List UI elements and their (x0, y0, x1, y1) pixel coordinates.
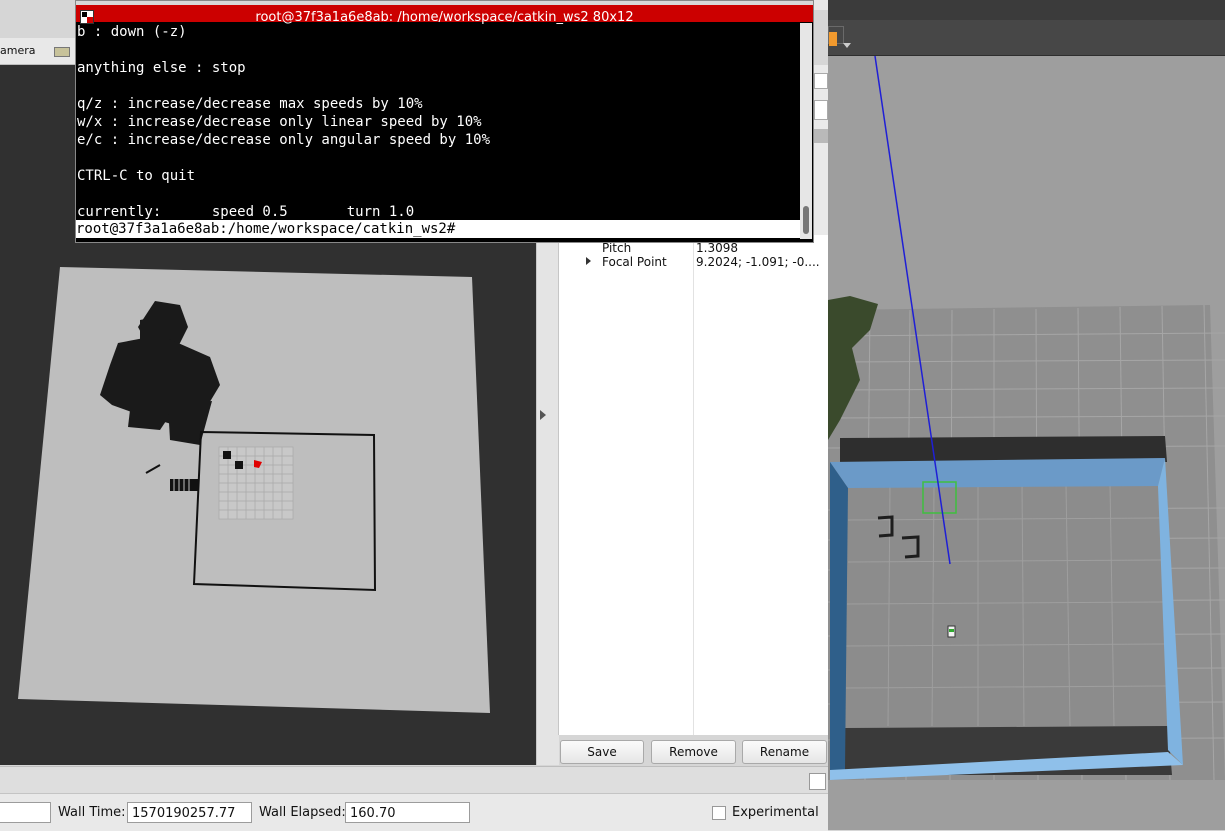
terminal-line: currently: speed 0.5 turn 1.0 (77, 204, 415, 220)
collapse-arrow-icon[interactable] (540, 410, 546, 420)
terminal-prompt[interactable]: root@37f3a1a6e8ab:/home/workspace/catkin… (76, 220, 801, 238)
scrollbar-thumb[interactable] (803, 206, 809, 234)
camera-tool-label[interactable]: amera (0, 44, 36, 57)
time-panel: Wall Time: 1570190257.77 Wall Elapsed: 1… (0, 793, 828, 831)
gazebo-toolbar (828, 20, 1225, 56)
terminal-titlebar[interactable]: root@37f3a1a6e8ab: /home/workspace/catki… (76, 5, 813, 25)
panel-control[interactable] (814, 73, 828, 89)
panel-control[interactable] (814, 100, 828, 120)
column-divider (693, 240, 694, 735)
color-icon[interactable] (829, 32, 837, 46)
property-name: Pitch (602, 241, 632, 255)
window-edge (812, 0, 828, 10)
gazebo-3d-view[interactable] (828, 56, 1225, 830)
dropdown-arrow-icon[interactable] (843, 43, 851, 48)
terminal-window[interactable]: root@37f3a1a6e8ab: /home/workspace/catki… (75, 0, 814, 243)
rviz-toolbar: amera (0, 38, 75, 65)
wall-time-label: Wall Time: (58, 805, 126, 820)
wall-time-field: 1570190257.77 (127, 802, 252, 823)
terminal-line: w/x : increase/decrease only linear spee… (77, 114, 482, 130)
wall-elapsed-field: 160.70 (345, 802, 470, 823)
gazebo-scene (828, 56, 1225, 781)
property-value[interactable]: 1.3098 (696, 241, 738, 255)
wall-west (830, 462, 848, 775)
terminal-line: CTRL-C to quit (77, 168, 196, 184)
panel-header (812, 129, 828, 143)
wall-elapsed-label: Wall Elapsed: (259, 805, 346, 820)
rename-button[interactable]: Rename (742, 740, 827, 764)
panel-controls (812, 65, 828, 235)
tool-icon[interactable] (54, 47, 70, 57)
terminal-line: b : down (-z) (77, 24, 187, 40)
property-name: Focal Point (602, 255, 667, 269)
ros-elapsed-field (0, 802, 51, 823)
wall-north (830, 458, 1165, 488)
property-value[interactable]: 9.2024; -1.091; -0.... (696, 255, 820, 269)
expand-arrow-icon[interactable] (586, 257, 591, 265)
status-strip (0, 766, 828, 793)
save-button[interactable]: Save (560, 740, 644, 764)
panel-toggle[interactable] (809, 773, 826, 790)
terminal-line: e/c : increase/decrease only angular spe… (77, 132, 491, 148)
terminal-line: anything else : stop (77, 60, 246, 76)
experimental-label: Experimental (732, 805, 819, 820)
terminal-line: q/z : increase/decrease max speeds by 10… (77, 96, 423, 112)
terminal-output[interactable]: b : down (-z) anything else : stop q/z :… (77, 23, 799, 242)
gazebo-menubar (828, 0, 1225, 20)
remove-button[interactable]: Remove (651, 740, 736, 764)
experimental-checkbox[interactable] (712, 806, 726, 820)
terminal-scrollbar[interactable] (800, 23, 812, 239)
